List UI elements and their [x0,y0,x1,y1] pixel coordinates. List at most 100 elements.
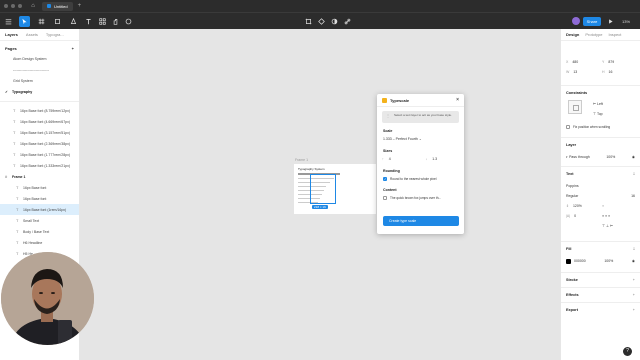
window-close-dot[interactable] [4,4,8,8]
text-tool-icon[interactable] [83,16,94,27]
fill-style-grid-icon[interactable]: ⁞⁞ [633,247,635,256]
close-icon[interactable]: × [456,97,459,103]
fill-opacity[interactable]: 100% [604,259,613,263]
font-weight-select[interactable]: Regular [566,194,578,198]
frame-layer[interactable]: # Frame 1 [0,171,79,182]
link-icon[interactable] [342,16,353,27]
file-icon [47,4,51,8]
layer-item-selected[interactable]: T 16px Base font (1rem/16px) [0,204,79,215]
page-item[interactable]: ------------------------------ [0,65,79,76]
layer-item[interactable]: T 16px Base font (8.759rem/12px) [0,105,79,116]
layer-item[interactable]: T 16px Base font [0,182,79,193]
page-item[interactable]: Grid System [0,76,79,87]
layer-item[interactable]: T 16px Base font (1.777rem/28px) [0,149,79,160]
layer-item[interactable]: T 16px Base font (3.157rem/51px) [0,127,79,138]
stroke-section[interactable]: Stroke + [561,272,640,287]
tab-design[interactable]: Design [566,32,579,37]
export-section[interactable]: Export + [561,302,640,317]
add-stroke-icon[interactable]: + [633,278,635,287]
add-effect-icon[interactable]: + [633,293,635,302]
rounding-checkbox-row[interactable]: ✓ Round to the nearest whole pixel [383,175,458,182]
blend-mode-select[interactable]: ◐ Pass through [566,155,590,159]
component-icon[interactable] [316,16,327,27]
content-checkbox[interactable] [383,195,387,200]
constraint-vertical[interactable]: ⊤ Top [593,112,603,116]
font-size-field[interactable]: 16 [631,194,635,198]
layer-item[interactable]: T Body / Base Text [0,226,79,237]
vertical-align-icon: ⊤ ⊥ ⊢ [602,224,614,228]
file-tab[interactable]: Untitled [42,1,73,11]
share-button[interactable]: Share [583,17,601,26]
layer-item[interactable]: T 16px Base font (2.369rem/38px) [0,138,79,149]
tab-inspect[interactable]: Inspect [608,32,621,37]
constraint-horizontal[interactable]: ⊢ Left [593,102,603,106]
content-checkbox-row[interactable]: The quick brown fox jumps over th... [383,194,458,201]
eye-icon[interactable]: ◉ [632,259,635,263]
new-tab-button[interactable]: + [78,3,82,9]
move-tool-icon[interactable] [19,16,30,27]
canvas[interactable]: Frame 1 Typography System 218 × 16 [80,29,560,360]
present-play-icon[interactable] [605,16,616,27]
selection-outline[interactable] [310,174,336,204]
tab-typography[interactable]: Typogra... [46,32,64,37]
vertical-align-buttons[interactable]: ⊤ ⊥ ⊢ [602,224,630,228]
text-style-grid-icon[interactable]: ⁞⁞ [633,172,635,181]
text-layer-icon: T [13,140,16,146]
add-export-icon[interactable]: + [633,308,635,317]
frame-tool-icon[interactable] [36,16,47,27]
page-item[interactable]: Atom Design System [0,54,79,65]
hand-tool-icon[interactable] [110,16,121,27]
crop-icon[interactable] [303,16,314,27]
create-type-scale-button[interactable]: Create type scale [383,216,459,226]
w-field[interactable]: W 13 [566,70,594,74]
tab-assets[interactable]: Assets [26,32,38,37]
sizes-to-field[interactable]: ↓ 1.3 [426,155,460,163]
sizes-from-value: 4 [388,157,391,161]
sizes-from-field[interactable]: ↑ 4 [382,155,416,163]
constraint-widget[interactable] [568,100,582,114]
fill-color-field[interactable]: 000000 [566,258,586,264]
user-avatar[interactable] [572,17,580,25]
main-menu-icon[interactable] [3,16,14,27]
shape-tool-icon[interactable] [52,16,63,27]
zoom-level[interactable]: 13% [622,17,630,26]
rounding-checkbox[interactable]: ✓ [383,176,387,181]
tab-layers[interactable]: Layers [5,32,18,37]
mask-icon[interactable] [329,16,340,27]
text-align-buttons[interactable]: ≡ ≡ ≡ [602,214,630,218]
layer-item[interactable]: T 16px Base font [0,193,79,204]
font-family-row[interactable]: Poppins [561,181,640,191]
layer-item[interactable]: T H6 Headline [0,237,79,248]
home-icon[interactable]: ⌂ [30,3,36,9]
resources-tool-icon[interactable] [97,16,108,27]
line-height-field[interactable]: ⇕ 120% [566,204,594,208]
help-button[interactable]: ? [623,347,632,356]
layer-opacity[interactable]: 100% [606,155,615,159]
layer-item[interactable]: T 16px Base font (1.333rem/21px) [0,160,79,171]
frame-name-label[interactable]: Frame 1 [295,158,308,162]
effects-section[interactable]: Effects + [561,287,640,302]
fix-position-checkbox[interactable] [566,124,570,129]
pen-tool-icon[interactable] [68,16,79,27]
font-family-value: Poppins [566,184,579,188]
scale-select[interactable]: 1.333 – Perfect Fourth ⌄ [382,135,459,143]
typescale-plugin-dialog: Typescale × ⋮ Select a text layer to act… [377,94,464,234]
add-page-icon[interactable]: + [72,46,74,51]
layer-item[interactable]: T 16px Base font (4.669rem/67px) [0,116,79,127]
x-field[interactable]: X 480 [566,60,594,64]
h-field[interactable]: H 16 [602,70,630,74]
eye-icon[interactable]: ◉ [632,155,635,159]
layer-label: 16px Base font (3.157rem/51px) [20,130,71,135]
letter-spacing-field[interactable]: |A| 0 [566,214,594,218]
paragraph-spacing-field[interactable]: ≡ [602,204,630,208]
page-item-current[interactable]: ✓ Typography [0,87,79,98]
comment-tool-icon[interactable] [123,16,134,27]
fill-swatch[interactable] [566,258,571,264]
text-section-title: Text [566,172,574,176]
layer-item[interactable]: T Small Text [0,215,79,226]
window-minimize-dot[interactable] [11,4,15,8]
window-zoom-dot[interactable] [18,4,22,8]
tab-prototype[interactable]: Prototype [585,32,602,37]
y-field[interactable]: Y 879 [602,60,630,64]
fix-position-row[interactable]: Fix position when scrolling [566,123,634,130]
